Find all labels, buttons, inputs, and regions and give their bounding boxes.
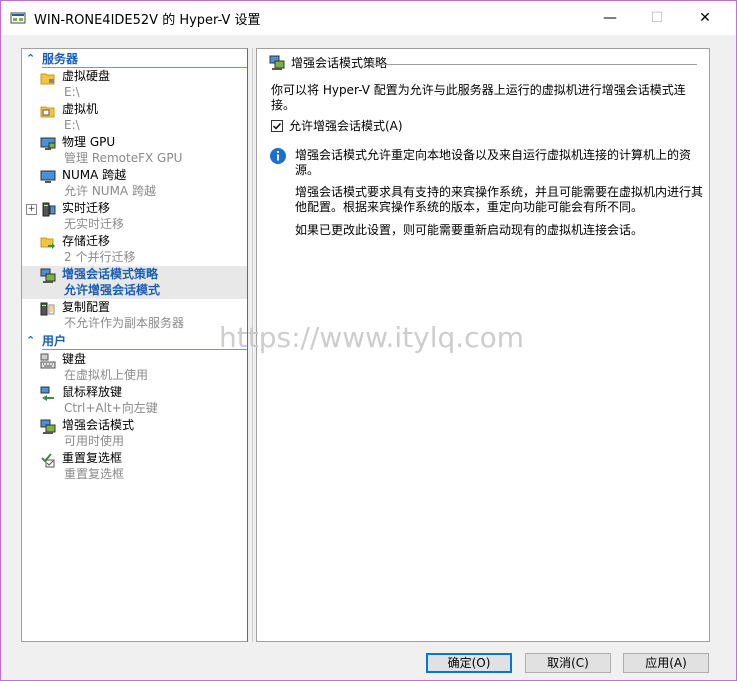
apply-button[interactable]: 应用(A) [623,653,709,673]
maximize-icon: ☐ [650,10,664,26]
close-icon: ✕ [699,10,711,26]
sidebar-item-subtitle: 可用时使用 [64,434,125,448]
sidebar-item-keyboard[interactable]: 键盘 在虚拟机上使用 [22,351,247,384]
sidebar-item-title: 虚拟硬盘 [62,69,111,83]
section-user-label: 用户 [42,334,67,348]
maximize-button[interactable]: ☐ [634,1,680,35]
window-title: WIN-RONE4IDE52V 的 Hyper-V 设置 [34,13,261,28]
sidebar-item-virtual-hard-disks[interactable]: 虚拟硬盘 E:\ [22,68,247,101]
sidebar-item-subtitle: 管理 RemoteFX GPU [64,151,183,165]
policy-description: 你可以将 Hyper-V 配置为允许与此服务器上运行的虚拟机进行增强会话模式连接… [271,83,686,112]
sidebar-item-subtitle: 允许 NUMA 跨越 [64,184,156,198]
numa-monitor-icon [40,170,56,183]
folder-disk-icon [40,73,55,85]
sidebar-item-subtitle: Ctrl+Alt+向左键 [64,401,158,415]
sidebar-item-title: 键盘 [62,352,87,366]
info-paragraph-3: 如果已更改此设置，则可能需要重新启动现有的虚拟机连接会话。 [295,223,644,237]
sidebar-item-replication[interactable]: 复制配置 不允许作为副本服务器 [22,299,247,332]
ok-button[interactable]: 确定(O) [426,653,512,673]
sidebar-item-subtitle: 允许增强会话模式 [64,283,161,297]
sidebar-item-title: 实时迁移 [62,201,111,215]
sidebar-item-title: 增强会话模式策略 [62,267,159,281]
sidebar-item-subtitle: 重置复选框 [64,467,125,481]
mouse-release-icon [40,386,54,401]
monitor-gpu-icon [40,137,56,150]
section-divider [42,349,247,350]
panel-splitter[interactable] [252,48,253,642]
live-migration-icon [42,202,56,217]
header-divider [369,64,697,65]
cancel-button[interactable]: 取消(C) [525,653,611,673]
sidebar-item-subtitle: 2 个并行迁移 [64,250,136,264]
keyboard-icon [40,353,56,369]
sidebar-item-physical-gpu[interactable]: 物理 GPU 管理 RemoteFX GPU [22,134,247,167]
enhanced-session-policy-icon [269,55,285,70]
info-icon [270,148,286,164]
sidebar-item-subtitle: E:\ [64,85,80,99]
info-paragraph-2: 增强会话模式要求具有支持的来宾操作系统，并且可能需要在虚拟机内进行其他配置。根据… [295,185,704,214]
expand-plus-icon[interactable]: + [26,204,37,215]
settings-detail-panel: 增强会话模式策略 你可以将 Hyper-V 配置为允许与此服务器上运行的虚拟机进… [256,48,710,642]
checkmark-icon [273,123,282,130]
chevron-up-icon: ⌃ [26,334,36,347]
sidebar-item-title: 存储迁移 [62,234,111,248]
sidebar-item-subtitle: E:\ [64,118,80,132]
storage-migration-icon [40,237,55,249]
sidebar-item-subtitle: 无实时迁移 [64,217,125,231]
sidebar-item-subtitle: 在虚拟机上使用 [64,368,149,382]
sidebar-item-title: 增强会话模式 [62,418,135,432]
chevron-up-icon: ⌃ [26,52,36,65]
sidebar-item-title: 物理 GPU [62,135,116,149]
sidebar-item-title: 复制配置 [62,300,111,314]
minimize-icon: — [603,10,617,26]
reset-checkbox-icon [41,453,55,468]
sidebar-item-title: 鼠标释放键 [62,385,123,399]
minimize-button[interactable]: — [587,1,633,35]
sidebar-item-live-migrations[interactable]: + 实时迁移 无实时迁移 [22,200,247,233]
replication-icon [40,302,55,316]
section-user[interactable]: ⌃ 用户 [22,334,247,350]
info-paragraph-1: 增强会话模式允许重定向本地设备以及来自运行虚拟机连接的计算机上的资源。 [295,148,692,177]
sidebar-item-virtual-machines[interactable]: 虚拟机 E:\ [22,101,247,134]
sidebar-item-storage-migrations[interactable]: 存储迁移 2 个并行迁移 [22,233,247,266]
section-server[interactable]: ⌃ 服务器 [22,52,247,68]
allow-enhanced-session-label[interactable]: 允许增强会话模式(A) [289,119,403,134]
sidebar-item-numa-spanning[interactable]: NUMA 跨越 允许 NUMA 跨越 [22,167,247,200]
sidebar-item-title: 虚拟机 [62,102,99,116]
title-bar[interactable]: WIN-RONE4IDE52V 的 Hyper-V 设置 — ☐ ✕ [1,1,736,35]
allow-enhanced-session-checkbox[interactable] [271,120,283,132]
settings-tree[interactable]: ⌃ 服务器 虚拟硬盘 E:\ 虚拟机 E:\ 物理 GPU 管理 RemoteF… [21,48,248,642]
sidebar-item-title: 重置复选框 [62,451,123,465]
sidebar-item-enhanced-session-policy[interactable]: 增强会话模式策略 允许增强会话模式 [22,266,247,299]
settings-window: WIN-RONE4IDE52V 的 Hyper-V 设置 — ☐ ✕ ⌃ 服务器… [0,0,737,681]
section-server-label: 服务器 [42,52,79,66]
enhanced-session-icon [40,419,56,434]
folder-vm-icon [40,106,55,118]
sidebar-item-title: NUMA 跨越 [62,168,127,182]
sidebar-item-reset-checkboxes[interactable]: 重置复选框 重置复选框 [22,450,247,483]
enhanced-session-policy-icon [40,268,56,283]
close-button[interactable]: ✕ [682,1,728,35]
sidebar-item-subtitle: 不允许作为副本服务器 [64,316,185,330]
sidebar-item-enhanced-session[interactable]: 增强会话模式 可用时使用 [22,417,247,450]
hyperv-app-icon [10,12,26,24]
sidebar-item-mouse-release-key[interactable]: 鼠标释放键 Ctrl+Alt+向左键 [22,384,247,417]
